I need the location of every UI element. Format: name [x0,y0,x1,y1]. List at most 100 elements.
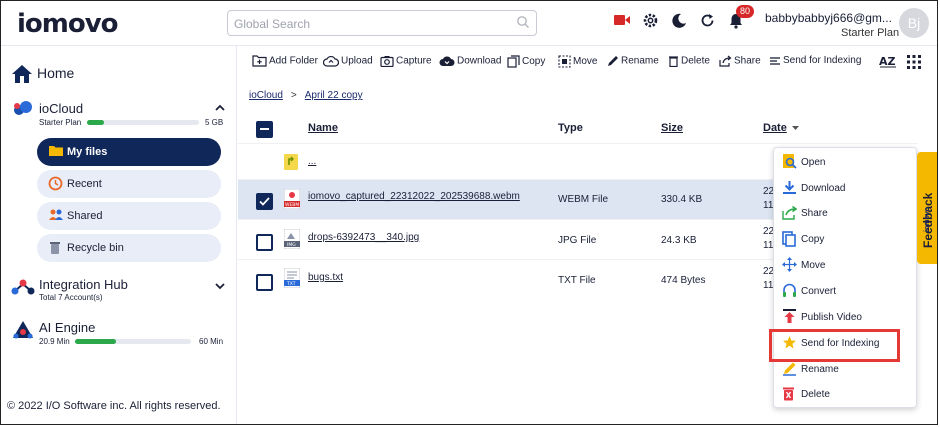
breadcrumb: ioCloud > April 22 copy [249,90,363,101]
rename-pencil-icon [782,361,797,379]
menu-item-open[interactable]: Open [774,150,916,174]
delete-button[interactable]: Delete [668,55,710,67]
column-name[interactable]: Name [308,122,338,134]
upload-icon [323,55,339,67]
copy-icon [507,55,520,68]
menu-item-download[interactable]: Download [774,176,916,200]
open-file-icon [782,154,797,173]
file-name-link[interactable]: bugs.txt [308,272,343,283]
user-email[interactable]: babbybabbyj666@gm... [765,11,892,25]
menu-item-convert[interactable]: Convert [774,279,916,303]
svg-text:AZ: AZ [879,55,896,68]
add-folder-label: Add Folder [269,55,318,67]
parent-folder-link[interactable]: ... [308,156,316,167]
sidebar-item-recent[interactable]: Recent [37,170,221,198]
record-video-icon[interactable] [613,13,631,32]
sidebar-item-shared[interactable]: Shared [37,202,221,230]
column-date[interactable]: Date [763,122,787,134]
iocloud-title: ioCloud [39,101,84,116]
image-file-icon: IMG [283,228,301,252]
refresh-icon[interactable] [700,13,715,33]
cloud-download-icon [439,56,455,66]
storage-total: 5 GB [205,118,224,127]
capture-label: Capture [396,55,432,67]
column-size[interactable]: Size [661,122,683,134]
menu-item-share[interactable]: Share [774,201,916,225]
row-checkbox[interactable] [256,274,273,291]
headphones-icon [782,283,797,301]
upload-button[interactable]: Upload [323,55,373,67]
search-input[interactable] [232,12,516,36]
menu-item-label: Move [801,260,826,271]
breadcrumb-iocloud[interactable]: ioCloud [249,90,283,101]
clock-icon [48,176,63,194]
ai-usage-progress-fill [75,339,116,344]
sort-az-button[interactable]: AZ [879,54,897,71]
breadcrumb-current-folder[interactable]: April 22 copy [305,90,363,101]
copy-button[interactable]: Copy [507,55,545,68]
sidebar-item-home[interactable]: Home [11,64,74,87]
row-checkbox[interactable] [256,234,273,251]
theme-moon-icon[interactable] [671,12,687,33]
home-icon [12,65,32,83]
global-search[interactable] [227,10,537,36]
share-icon [782,205,798,223]
menu-item-label: Convert [801,286,837,297]
row-checkbox[interactable] [256,193,273,210]
storage-progress-bar [87,120,199,125]
download-label: Download [457,55,502,67]
sidebar-home-label: Home [37,65,75,81]
sidebar-item-label: My files [67,146,108,158]
ai-engine-total: 60 Min [199,337,224,346]
app-logo[interactable]: iomovo [17,9,119,39]
sidebar-item-label: Recycle bin [67,242,124,254]
menu-item-label: Share [801,208,828,219]
capture-button[interactable]: Capture [380,55,432,67]
camera-icon [380,56,394,67]
download-button[interactable]: Download [439,55,501,67]
menu-item-label: Open [801,157,826,168]
send-for-indexing-label: Send for Indexing [783,55,862,66]
sidebar-item-label: Shared [67,210,103,222]
copyright-footer: © 2022 I/O Software inc. All rights rese… [7,400,221,412]
move-arrows-icon [782,257,797,275]
file-size: 24.3 KB [661,235,697,246]
sidebar-item-my-files[interactable]: My files [37,138,221,166]
chevron-down-icon[interactable] [215,283,225,290]
menu-item-copy[interactable]: Copy [774,227,916,251]
img-icon-text: IMG [287,242,296,248]
recycle-bin-icon [48,240,62,258]
menu-item-move[interactable]: Move [774,253,916,277]
send-for-indexing-button[interactable]: Send for Indexing [769,55,861,66]
menu-item-publish-video[interactable]: Publish Video [774,305,916,329]
user-plan: Starter Plan [841,27,900,39]
move-button[interactable]: Move [558,55,597,68]
file-name-link[interactable]: iomovo_captured_22312022_202539688.webm [308,191,520,202]
delete-trash-icon [782,386,795,404]
settings-gear-icon[interactable] [642,12,659,34]
avatar[interactable]: Bj [899,8,929,38]
feedback-brand-logo: iomovo [924,207,931,232]
menu-item-label: Delete [801,389,830,400]
share-button[interactable]: Share [719,55,761,67]
file-name-link[interactable]: drops-6392473__340.jpg [308,232,419,243]
sort-az-icon: AZ [879,55,896,68]
add-folder-button[interactable]: Add Folder [252,55,318,67]
rename-button[interactable]: Rename [607,55,659,67]
grid-view-button[interactable] [907,55,921,72]
sidebar-item-label: Recent [67,178,102,190]
ai-engine-title: AI Engine [39,320,96,335]
sidebar-item-recycle-bin[interactable]: Recycle bin [37,234,221,262]
chevron-up-icon[interactable] [215,104,225,111]
menu-item-delete[interactable]: Delete [774,382,916,406]
breadcrumb-separator: > [290,90,297,101]
share-label: Share [734,55,761,67]
file-size: 330.4 KB [661,194,703,205]
parent-folder-icon [284,154,298,173]
file-type: WEBM File [558,194,608,205]
search-icon[interactable] [516,15,530,34]
sort-desc-icon [792,126,799,130]
ai-engine-used: 20.9 Min [39,337,70,346]
column-type[interactable]: Type [558,122,583,134]
select-all-checkbox[interactable] [256,121,273,138]
